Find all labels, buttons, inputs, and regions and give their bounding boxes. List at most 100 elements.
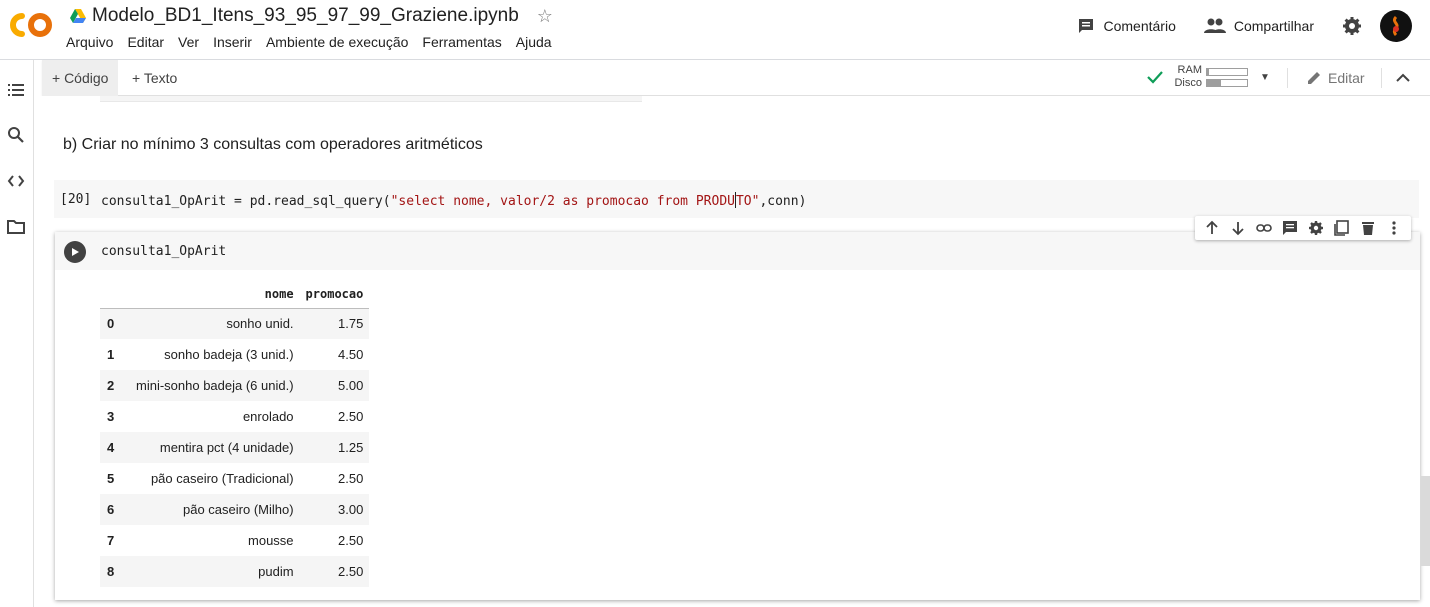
document-title[interactable]: Modelo_BD1_Itens_93_95_97_99_Graziene.ip…: [92, 5, 519, 27]
ram-label: RAM: [1177, 64, 1202, 76]
cell-promocao: 2.50: [338, 471, 364, 486]
table-row: 5 pão caseiro (Tradicional) 2.50: [100, 463, 369, 494]
comment-icon: [1079, 19, 1094, 33]
resources-dropdown-icon[interactable]: ▼: [1260, 72, 1270, 83]
list-icon[interactable]: [7, 81, 25, 99]
code-cell[interactable]: [20] consulta1_OpArit = pd.read_sql_quer…: [54, 180, 1419, 218]
disk-label: Disco: [1174, 77, 1202, 89]
cell-nome: pudim: [130, 556, 300, 587]
row-index: 7: [107, 533, 115, 548]
chevron-up-icon[interactable]: [1394, 69, 1412, 87]
row-index: 5: [107, 471, 115, 486]
menu-ver[interactable]: Ver: [178, 34, 199, 50]
table-row: 0 sonho unid. 1.75: [100, 308, 370, 339]
menu-ambiente-execucao[interactable]: Ambiente de execução: [266, 34, 408, 50]
drive-icon: [70, 9, 86, 23]
column-header-promocao: promocao: [305, 286, 364, 301]
previous-cell-edge: [100, 96, 642, 102]
people-icon: [1203, 18, 1226, 33]
scrollbar-thumb[interactable]: [1421, 476, 1430, 566]
avatar-image-icon: [1392, 15, 1399, 37]
notebook-toolbar: + Código + Texto RAM Disco ▼ Editar: [42, 60, 1430, 96]
pencil-icon: [1308, 72, 1320, 84]
delete-icon[interactable]: [1360, 220, 1376, 236]
edit-label: Editar: [1328, 70, 1365, 86]
user-avatar[interactable]: [1380, 10, 1412, 42]
menu-arquivo[interactable]: Arquivo: [66, 34, 113, 50]
play-icon: [72, 248, 79, 256]
code-string-part-2: TO": [735, 194, 760, 209]
column-header-nome: nome: [264, 286, 294, 301]
table-row: 8 pudim 2.50: [100, 556, 370, 587]
comment-label: Comentário: [1103, 18, 1176, 34]
menu-ajuda[interactable]: Ajuda: [516, 34, 552, 50]
star-icon[interactable]: ☆: [537, 6, 553, 27]
document-title-area: Modelo_BD1_Itens_93_95_97_99_Graziene.ip…: [70, 5, 553, 27]
table-row: 7 mousse 2.50: [100, 525, 369, 556]
text-cell[interactable]: b) Criar no mínimo 3 consultas com opera…: [63, 136, 483, 154]
cell-promocao: 2.50: [299, 556, 370, 587]
ram-bar: [1206, 68, 1248, 76]
row-index: 1: [107, 347, 115, 362]
index-header: [100, 280, 130, 308]
menu-ferramentas[interactable]: Ferramentas: [422, 34, 501, 50]
row-index: 6: [100, 494, 130, 525]
disk-bar: [1206, 79, 1248, 87]
connected-check-icon: [1147, 71, 1163, 84]
share-button[interactable]: Compartilhar: [1203, 18, 1314, 34]
comment-icon[interactable]: [1282, 220, 1298, 236]
execution-count: [20]: [60, 192, 92, 207]
link-icon[interactable]: [1256, 220, 1272, 236]
row-index: 2: [100, 370, 130, 401]
active-code-text[interactable]: consulta1_OpArit: [101, 244, 226, 259]
cell-toolbar: [1195, 216, 1411, 240]
settings-icon[interactable]: [1308, 220, 1324, 236]
left-sidebar: [0, 60, 34, 607]
edit-button[interactable]: Editar: [1306, 60, 1365, 96]
colab-logo[interactable]: [10, 10, 52, 40]
more-vert-icon[interactable]: [1386, 220, 1402, 236]
menu-editar[interactable]: Editar: [127, 34, 164, 50]
ram-bar-fill: [1207, 69, 1209, 75]
toolbar-divider-2: [1381, 68, 1382, 88]
add-text-button[interactable]: + Texto: [122, 60, 187, 96]
mirror-cell-icon[interactable]: [1334, 220, 1350, 236]
table-row: 4 mentira pct (4 unidade) 1.25: [100, 432, 370, 463]
dataframe-output: nome promocao 0 sonho unid. 1.75 1 sonho…: [100, 280, 370, 587]
app-header: Modelo_BD1_Itens_93_95_97_99_Graziene.ip…: [0, 0, 1430, 60]
resource-bars: [1206, 65, 1248, 89]
table-row: 6 pão caseiro (Milho) 3.00: [100, 494, 370, 525]
active-code-cell[interactable]: consulta1_OpArit nome promocao 0 sonho u…: [55, 232, 1420, 600]
resource-labels: RAM Disco: [1170, 64, 1202, 90]
resources-indicator[interactable]: RAM Disco ▼: [1146, 64, 1270, 90]
move-up-icon[interactable]: [1204, 220, 1220, 236]
header-actions: Comentário Compartilhar: [1077, 10, 1412, 42]
search-icon[interactable]: [7, 126, 25, 144]
cell-nome: pão caseiro (Tradicional): [150, 471, 294, 486]
menu-bar: Arquivo Editar Ver Inserir Ambiente de e…: [66, 34, 552, 50]
settings-gear-icon[interactable]: [1342, 16, 1362, 36]
cell-promocao: 4.50: [338, 347, 364, 362]
row-index: 3: [107, 409, 115, 424]
cell-nome: pão caseiro (Milho): [130, 494, 300, 525]
table-row: 3 enrolado 2.50: [100, 401, 369, 432]
add-code-button[interactable]: + Código: [42, 60, 119, 96]
folder-icon[interactable]: [7, 218, 25, 236]
cell-nome: sonho unid.: [130, 308, 300, 339]
code-prefix: consulta1_OpArit = pd.read_sql_query(: [101, 194, 391, 209]
disk-bar-fill: [1207, 80, 1221, 86]
row-index: 0: [100, 308, 130, 339]
notebook-content: b) Criar no mínimo 3 consultas com opera…: [34, 96, 1430, 607]
cell-nome: mentira pct (4 unidade): [130, 432, 300, 463]
menu-inserir[interactable]: Inserir: [213, 34, 252, 50]
cell-promocao: 1.75: [299, 308, 370, 339]
dataframe-header-row: nome promocao: [100, 280, 370, 308]
code-text[interactable]: consulta1_OpArit = pd.read_sql_query("se…: [101, 192, 806, 209]
table-row: 2 mini-sonho badeja (6 unid.) 5.00: [100, 370, 370, 401]
code-suffix: ,conn): [759, 194, 807, 209]
run-cell-button[interactable]: [64, 241, 86, 263]
move-down-icon[interactable]: [1230, 220, 1246, 236]
comment-button[interactable]: Comentário: [1077, 17, 1176, 35]
code-icon[interactable]: [7, 172, 25, 190]
cell-promocao: 3.00: [299, 494, 370, 525]
